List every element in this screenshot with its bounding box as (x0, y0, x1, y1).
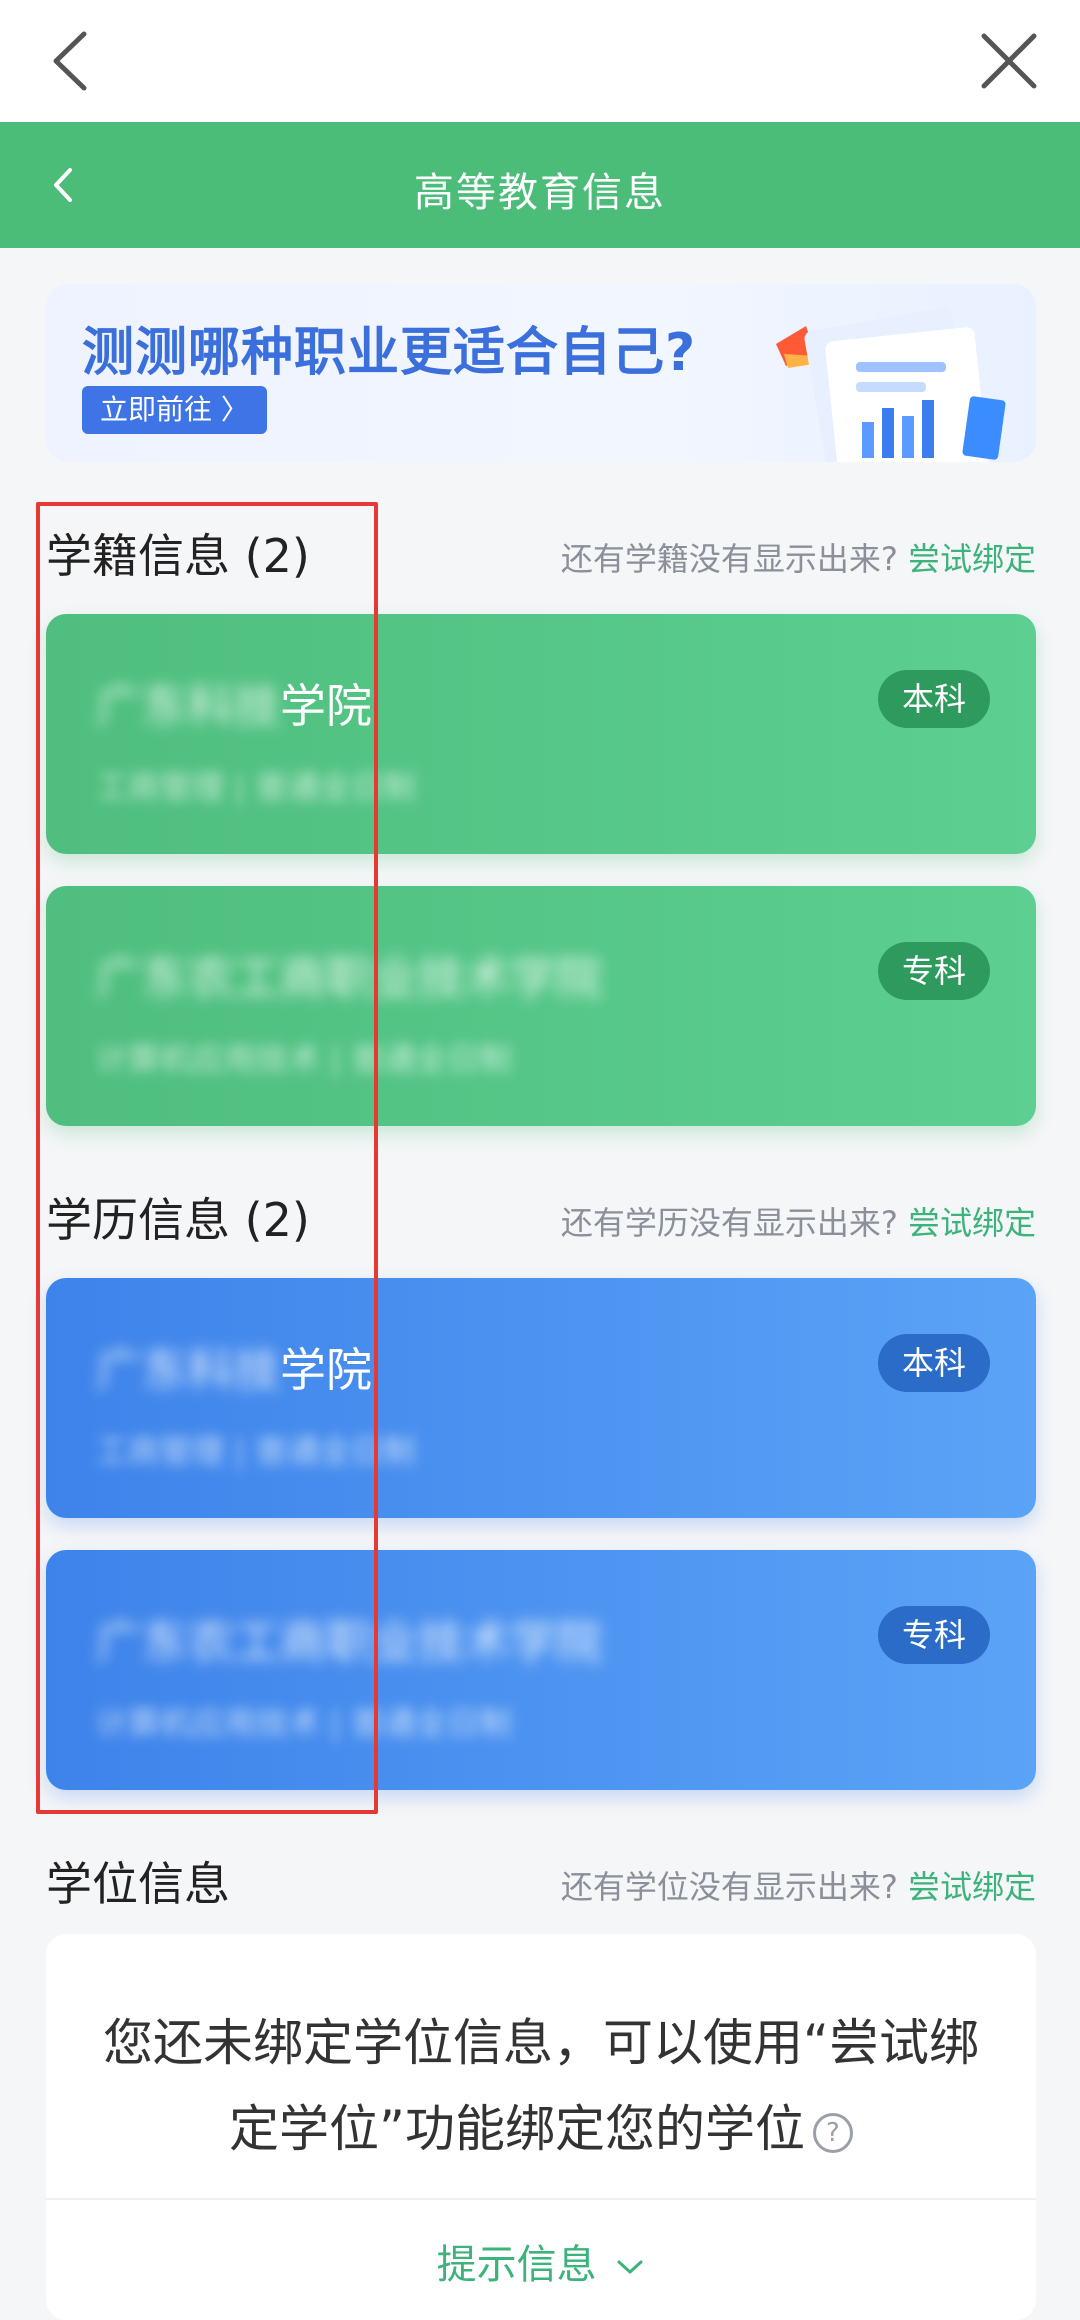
highlight-box (36, 502, 378, 1814)
career-test-banner[interactable]: 测测哪种职业更适合自己? 立即前往 〉 (46, 284, 1036, 462)
chevron-down-icon (617, 2260, 643, 2274)
education-hint-text: 还有学历没有显示出来? (560, 1204, 898, 1242)
degree-title: 学位信息 (46, 1857, 230, 1911)
level-badge: 专科 (877, 942, 990, 1000)
banner-title: 测测哪种职业更适合自己? (82, 323, 697, 383)
student-status-bind-link[interactable]: 尝试绑定 (908, 540, 1036, 578)
divider (46, 2198, 1036, 2200)
degree-empty-message: 您还未绑定学位信息，可以使用“尝试绑定学位”功能绑定您的学位? (96, 2000, 986, 2172)
degree-empty-box: 您还未绑定学位信息，可以使用“尝试绑定学位”功能绑定您的学位? 提示信息 (46, 1934, 1036, 2320)
tip-info-label: 提示信息 (436, 2242, 597, 2288)
degree-bind-link[interactable]: 尝试绑定 (908, 1868, 1036, 1906)
level-badge: 本科 (877, 1334, 990, 1392)
student-status-hint: 还有学籍没有显示出来? 尝试绑定 (561, 534, 1036, 580)
degree-section-header: 学位信息 还有学位没有显示出来? 尝试绑定 (46, 1848, 1036, 1912)
level-badge: 本科 (877, 670, 990, 728)
page-title: 高等教育信息 (414, 170, 666, 216)
education-hint: 还有学历没有显示出来? 尝试绑定 (561, 1198, 1036, 1244)
degree-hint: 还有学位没有显示出来? 尝试绑定 (561, 1862, 1036, 1908)
page-header: 高等教育信息 (0, 122, 1080, 248)
degree-hint-text: 还有学位没有显示出来? (560, 1868, 898, 1906)
education-bind-link[interactable]: 尝试绑定 (908, 1204, 1036, 1242)
report-illustration-icon (716, 304, 1006, 462)
tip-info-toggle[interactable]: 提示信息 (46, 2232, 1036, 2290)
close-icon[interactable] (974, 26, 1044, 96)
student-status-hint-text: 还有学籍没有显示出来? (560, 540, 898, 578)
go-now-button[interactable]: 立即前往 〉 (82, 386, 267, 434)
help-question-icon[interactable]: ? (812, 2112, 853, 2153)
top-bar (0, 0, 1080, 122)
level-badge: 专科 (877, 1606, 990, 1664)
back-arrow-icon[interactable] (40, 26, 110, 96)
